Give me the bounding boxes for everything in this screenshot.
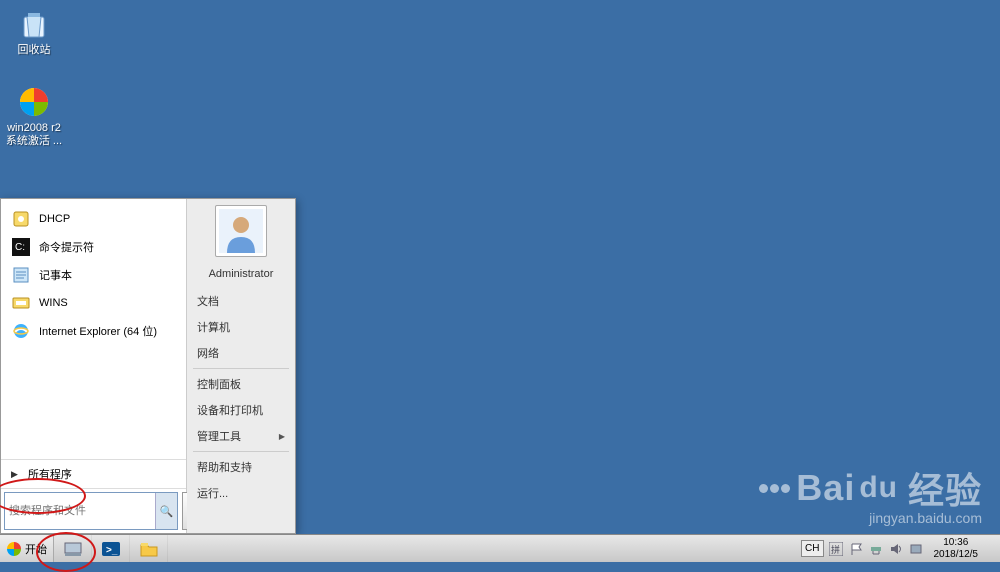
separator [193, 368, 289, 369]
dhcp-icon [11, 209, 31, 229]
program-dhcp[interactable]: DHCP [5, 205, 182, 233]
explorer-icon [138, 539, 160, 559]
activation-icon [16, 84, 52, 120]
taskbar-server-manager[interactable] [54, 535, 92, 562]
tray-flag-icon[interactable] [848, 541, 864, 557]
separator [193, 451, 289, 452]
menu-run[interactable]: 运行... [187, 480, 295, 506]
server-manager-icon [62, 539, 84, 559]
recycle-bin-icon [16, 6, 52, 42]
taskbar: 开始 >_ CH 拼 10:36 2018/12/5 [0, 534, 1000, 562]
start-button[interactable]: 开始 [0, 535, 54, 562]
icon-label: win2008 r2 系统激活 ... [4, 122, 64, 148]
menu-computer[interactable]: 计算机 [187, 314, 295, 340]
desktop-icon-recycle-bin[interactable]: 回收站 [4, 6, 64, 57]
menu-label: 计算机 [197, 319, 230, 335]
wm-brand: Bai [796, 467, 855, 509]
svg-text:C:: C: [15, 242, 25, 253]
cmd-icon: C: [11, 237, 31, 257]
search-button[interactable]: 🔍 [155, 493, 177, 529]
search-row: 🔍 注销 [1, 488, 186, 533]
search-icon: 🔍 [160, 505, 174, 518]
watermark: Baidu 经验 jingyan.baidu.com [759, 462, 982, 526]
clock[interactable]: 10:36 2018/12/5 [928, 537, 985, 561]
clock-time: 10:36 [934, 537, 979, 549]
menu-help[interactable]: 帮助和支持 [187, 454, 295, 480]
menu-label: 控制面板 [197, 376, 241, 392]
username-label: Administrator [209, 268, 274, 280]
svg-text:>_: >_ [106, 545, 118, 556]
all-programs-label: 所有程序 [28, 466, 72, 482]
taskbar-powershell[interactable]: >_ [92, 535, 130, 562]
start-menu-left-pane: DHCP C: 命令提示符 记事本 WINS Internet Explorer… [1, 199, 187, 533]
pinned-programs: DHCP C: 命令提示符 记事本 WINS Internet Explorer… [1, 199, 186, 459]
menu-devices-printers[interactable]: 设备和打印机 [187, 397, 295, 423]
program-notepad[interactable]: 记事本 [5, 261, 182, 289]
wm-url: jingyan.baidu.com [759, 510, 982, 526]
paw-icon [759, 484, 790, 493]
wm-brand2: 经验 [908, 462, 982, 514]
tray-network-icon[interactable] [868, 541, 884, 557]
menu-label: 管理工具 [197, 428, 241, 444]
start-menu: DHCP C: 命令提示符 记事本 WINS Internet Explorer… [0, 198, 296, 534]
user-name[interactable]: Administrator [187, 263, 295, 288]
user-picture[interactable] [215, 205, 267, 257]
powershell-icon: >_ [100, 539, 122, 559]
menu-label: 运行... [197, 485, 228, 501]
tray-sound-icon[interactable] [888, 541, 904, 557]
desktop-icon-activation[interactable]: win2008 r2 系统激活 ... [4, 84, 64, 148]
lang-label: CH [805, 543, 819, 554]
menu-label: 网络 [197, 345, 219, 361]
search-box: 🔍 [4, 492, 178, 530]
ie-icon [11, 321, 31, 341]
all-programs[interactable]: 所有程序 [1, 459, 186, 488]
start-label: 开始 [25, 541, 47, 557]
notepad-icon [11, 265, 31, 285]
icon-label: 回收站 [4, 44, 64, 57]
system-tray: CH 拼 10:36 2018/12/5 [799, 535, 1000, 562]
tray-misc-icon[interactable] [908, 541, 924, 557]
taskbar-explorer[interactable] [130, 535, 168, 562]
tray-ime-icon[interactable]: 拼 [828, 541, 844, 557]
start-menu-right-pane: Administrator 文档 计算机 网络 控制面板 设备和打印机 管理工具… [187, 199, 295, 533]
start-orb-icon [6, 541, 22, 557]
svg-text:拼: 拼 [831, 544, 840, 555]
menu-label: 文档 [197, 293, 219, 309]
program-label: WINS [39, 297, 68, 309]
menu-label: 帮助和支持 [197, 459, 252, 475]
program-label: Internet Explorer (64 位) [39, 323, 157, 339]
menu-documents[interactable]: 文档 [187, 288, 295, 314]
program-label: 命令提示符 [39, 239, 94, 255]
wins-icon [11, 293, 31, 313]
quick-launch: >_ [54, 535, 168, 562]
program-ie64[interactable]: Internet Explorer (64 位) [5, 317, 182, 345]
program-wins[interactable]: WINS [5, 289, 182, 317]
search-input[interactable] [5, 493, 155, 529]
language-indicator[interactable]: CH [801, 540, 823, 557]
menu-admin-tools[interactable]: 管理工具 [187, 423, 295, 449]
menu-control-panel[interactable]: 控制面板 [187, 371, 295, 397]
clock-date: 2018/12/5 [934, 549, 979, 561]
program-cmd[interactable]: C: 命令提示符 [5, 233, 182, 261]
menu-label: 设备和打印机 [197, 402, 263, 418]
program-label: 记事本 [39, 267, 72, 283]
program-label: DHCP [39, 213, 70, 225]
menu-network[interactable]: 网络 [187, 340, 295, 366]
